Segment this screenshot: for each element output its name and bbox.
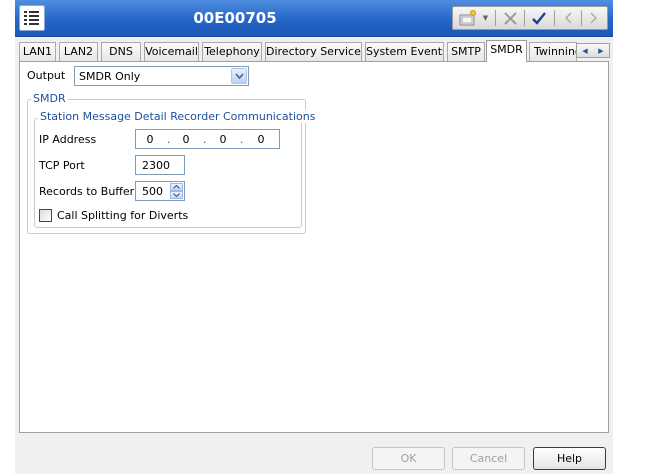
tab-scroll-left-icon[interactable]: ◀ — [582, 47, 587, 55]
tab-smtp[interactable]: SMTP — [447, 42, 485, 61]
tab-dns[interactable]: DNS — [101, 42, 141, 61]
smdr-panel: Output SMDR Only SMDR Station Message De… — [19, 61, 609, 433]
ip-octet-2[interactable]: 0 — [178, 133, 194, 146]
new-config-icon[interactable] — [457, 7, 479, 29]
call-splitting-label: Call Splitting for Diverts — [57, 209, 189, 222]
tab-directory-services[interactable]: Directory Services — [265, 42, 362, 61]
ip-octet-3[interactable]: 0 — [215, 133, 231, 146]
tcp-port-label: TCP Port — [39, 159, 85, 172]
config-window: 00E00705 ▼ LAN1 LAN2 DNS Voicemail Telep… — [15, 0, 613, 474]
cancel-button[interactable]: Cancel — [452, 447, 525, 470]
ip-dot: . — [203, 133, 207, 146]
ip-octet-4[interactable]: 0 — [253, 133, 269, 146]
title-toolbar: ▼ — [452, 6, 608, 30]
ip-dot: . — [240, 133, 244, 146]
tab-strip: LAN1 LAN2 DNS Voicemail Telephony Direct… — [19, 40, 613, 62]
ip-dot: . — [167, 133, 171, 146]
tab-lan1[interactable]: LAN1 — [19, 42, 56, 61]
records-to-buffer-label: Records to Buffer — [39, 185, 135, 198]
tab-scroll-right-icon[interactable]: ▶ — [598, 47, 603, 55]
station-group-title: Station Message Detail Recorder Communic… — [38, 110, 318, 123]
spin-up-icon[interactable] — [170, 183, 183, 191]
help-button[interactable]: Help — [533, 447, 606, 470]
smdr-group-title: SMDR — [31, 92, 68, 105]
output-select[interactable]: SMDR Only — [74, 66, 249, 86]
call-splitting-checkbox[interactable] — [39, 209, 52, 222]
tcp-port-value: 2300 — [142, 159, 170, 172]
dropdown-icon[interactable]: ▼ — [480, 7, 491, 29]
output-label: Output — [27, 69, 66, 82]
records-to-buffer-stepper[interactable]: 500 — [135, 181, 185, 201]
ip-address-field[interactable]: 0 . 0 . 0 . 0 — [135, 129, 280, 149]
tab-lan2[interactable]: LAN2 — [59, 42, 98, 61]
records-to-buffer-value: 500 — [142, 185, 163, 198]
ip-address-label: IP Address — [39, 133, 97, 146]
ok-button[interactable]: OK — [372, 447, 445, 470]
tab-telephony[interactable]: Telephony — [202, 42, 262, 61]
chevron-down-icon[interactable] — [231, 68, 247, 84]
tab-scroll-buttons: ◀ ▶ — [576, 43, 610, 58]
delete-icon[interactable] — [499, 7, 521, 29]
tab-smdr[interactable]: SMDR — [486, 40, 527, 62]
previous-icon[interactable] — [558, 7, 578, 29]
output-select-value: SMDR Only — [79, 70, 141, 83]
tab-voicemail[interactable]: Voicemail — [144, 42, 199, 61]
title-bar: 00E00705 ▼ — [15, 0, 613, 37]
spin-down-icon[interactable] — [170, 191, 183, 199]
validate-icon[interactable] — [528, 7, 550, 29]
tab-system-events[interactable]: System Events — [365, 42, 444, 61]
tab-twinning[interactable]: Twinning — [529, 42, 577, 61]
ip-octet-1[interactable]: 0 — [142, 133, 158, 146]
tcp-port-field[interactable]: 2300 — [135, 155, 185, 175]
spin-buttons — [170, 183, 183, 199]
next-icon[interactable] — [584, 7, 604, 29]
window-title: 00E00705 — [193, 9, 277, 27]
